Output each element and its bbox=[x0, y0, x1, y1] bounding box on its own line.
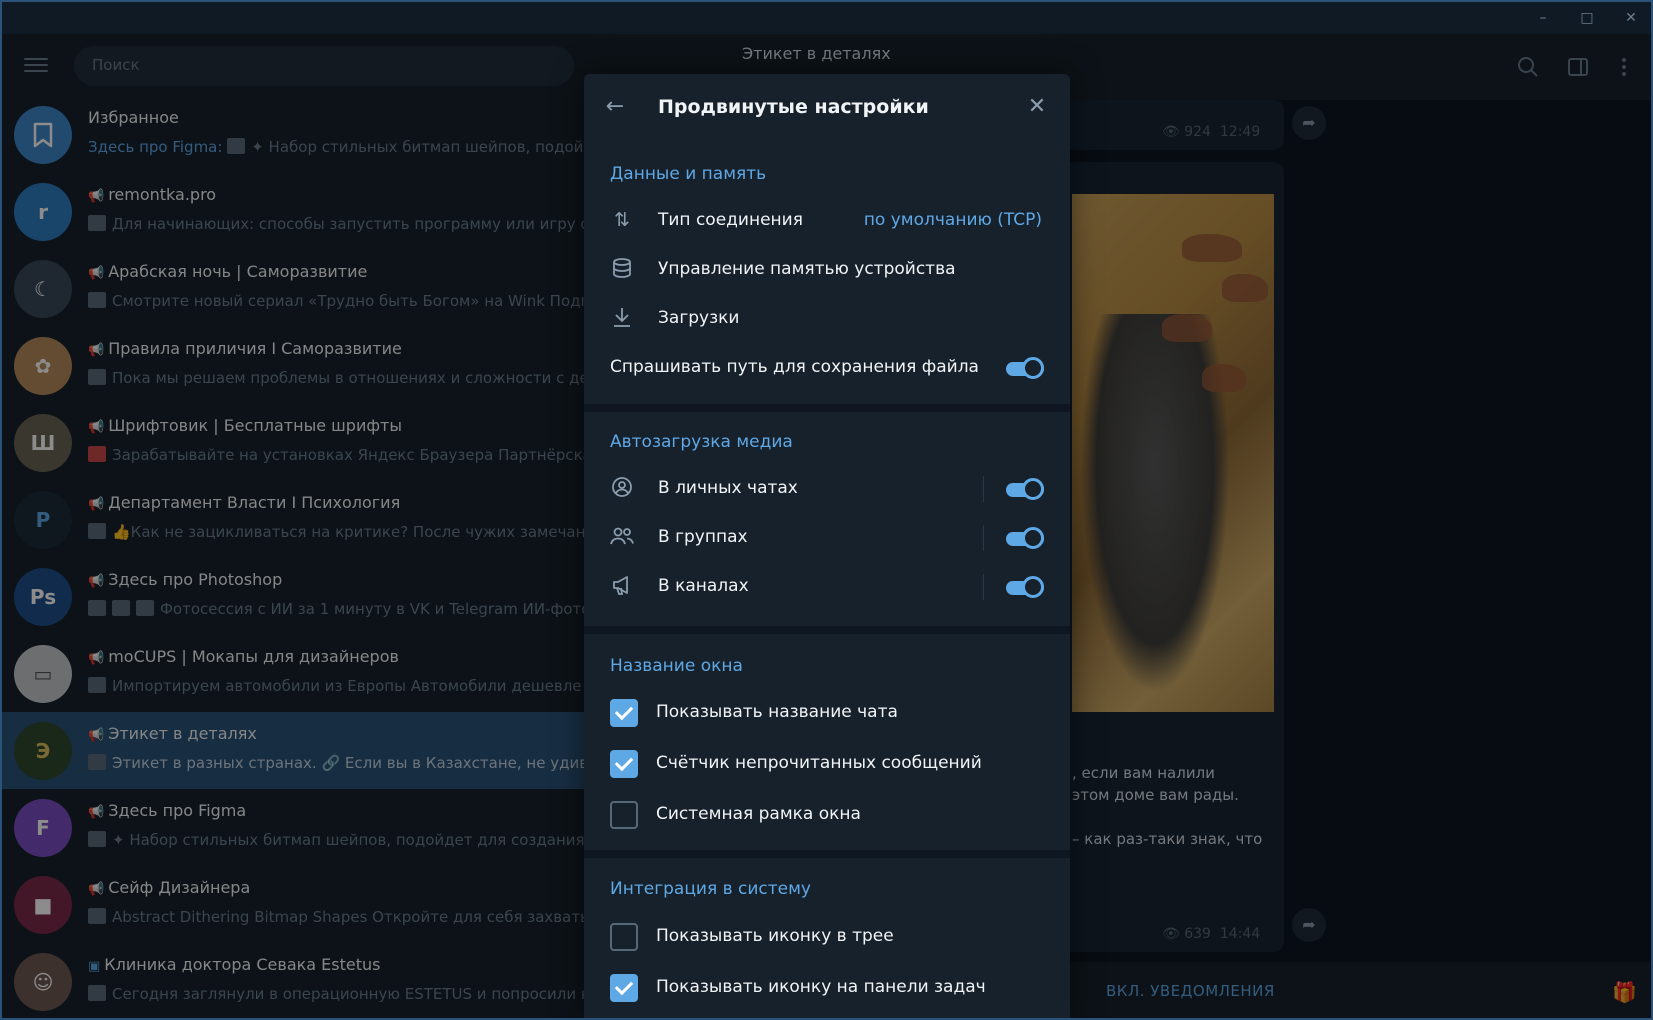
close-icon[interactable]: ✕ bbox=[1022, 92, 1052, 122]
tray-icon-label: Показывать иконку в трее bbox=[656, 926, 894, 946]
taskbar-icon-label: Показывать иконку на панели задач bbox=[656, 977, 986, 997]
taskbar-icon-checkbox[interactable] bbox=[610, 974, 638, 1002]
dialog-title: Продвинутые настройки bbox=[658, 96, 929, 118]
ask-save-path-label: Спрашивать путь для сохранения файла bbox=[610, 357, 979, 377]
autoload-private-label: В личных чатах bbox=[658, 478, 798, 498]
system-frame-checkbox[interactable] bbox=[610, 801, 638, 829]
download-icon bbox=[610, 306, 634, 330]
unread-counter-row[interactable]: Счётчик непрочитанных сообщений bbox=[584, 741, 1070, 787]
section-divider bbox=[584, 850, 1070, 858]
tray-icon-checkbox[interactable] bbox=[610, 923, 638, 951]
ask-save-path-row[interactable]: Спрашивать путь для сохранения файла bbox=[584, 345, 1070, 391]
autoload-private-toggle[interactable] bbox=[1006, 478, 1044, 500]
unread-counter-label: Счётчик непрочитанных сообщений bbox=[656, 753, 982, 773]
divider bbox=[983, 525, 984, 551]
minimize-button[interactable]: – bbox=[1528, 6, 1558, 30]
advanced-settings-dialog: ← Продвинутые настройки ✕ Данные и памят… bbox=[584, 74, 1070, 1018]
system-frame-label: Системная рамка окна bbox=[656, 804, 861, 824]
tray-icon-row[interactable]: Показывать иконку в трее bbox=[584, 914, 1070, 960]
downloads-label: Загрузки bbox=[658, 308, 740, 328]
user-circle-icon bbox=[610, 476, 634, 500]
autoload-channels-label: В каналах bbox=[658, 576, 749, 596]
megaphone-icon bbox=[610, 574, 634, 598]
system-frame-row[interactable]: Системная рамка окна bbox=[584, 792, 1070, 838]
show-chat-name-checkbox[interactable] bbox=[610, 699, 638, 727]
memory-management-row[interactable]: Управление памятью устройства bbox=[584, 247, 1070, 293]
app-window: – □ ✕ Избранное Здесь про Figma: ✦ Набор… bbox=[0, 0, 1653, 1020]
section-divider bbox=[584, 626, 1070, 634]
divider bbox=[983, 574, 984, 600]
group-users-icon bbox=[610, 525, 634, 549]
section-divider bbox=[584, 404, 1070, 412]
autoload-groups-row[interactable]: В группах bbox=[584, 515, 1070, 561]
database-icon bbox=[610, 257, 634, 281]
autoload-private-row[interactable]: В личных чатах bbox=[584, 466, 1070, 512]
connection-type-label: Тип соединения bbox=[658, 210, 803, 230]
section-data-memory: Данные и память bbox=[610, 164, 767, 184]
section-autoload-media: Автозагрузка медиа bbox=[610, 432, 793, 452]
maximize-button[interactable]: □ bbox=[1572, 6, 1602, 30]
section-system-integration: Интеграция в систему bbox=[610, 879, 811, 899]
divider bbox=[983, 476, 984, 502]
autoload-groups-label: В группах bbox=[658, 527, 748, 547]
section-window-title: Название окна bbox=[610, 656, 743, 676]
show-chat-name-label: Показывать название чата bbox=[656, 702, 898, 722]
unread-counter-checkbox[interactable] bbox=[610, 750, 638, 778]
connection-type-row[interactable]: ⇅ Тип соединения по умолчанию (TCP) bbox=[584, 198, 1070, 244]
up-down-arrows-icon: ⇅ bbox=[614, 209, 630, 231]
title-bar: – □ ✕ bbox=[2, 2, 1651, 34]
autoload-channels-toggle[interactable] bbox=[1006, 576, 1044, 598]
dialog-header: ← Продвинутые настройки ✕ bbox=[584, 74, 1070, 140]
back-arrow-icon[interactable]: ← bbox=[602, 94, 628, 120]
autoload-groups-toggle[interactable] bbox=[1006, 527, 1044, 549]
show-chat-name-row[interactable]: Показывать название чата bbox=[584, 690, 1070, 736]
downloads-row[interactable]: Загрузки bbox=[584, 296, 1070, 342]
taskbar-icon-row[interactable]: Показывать иконку на панели задач bbox=[584, 965, 1070, 1011]
autoload-channels-row[interactable]: В каналах bbox=[584, 564, 1070, 610]
ask-save-path-toggle[interactable] bbox=[1006, 357, 1044, 379]
window-close-button[interactable]: ✕ bbox=[1616, 6, 1646, 30]
connection-type-value: по умолчанию (TCP) bbox=[863, 210, 1042, 230]
memory-management-label: Управление памятью устройства bbox=[658, 259, 956, 279]
